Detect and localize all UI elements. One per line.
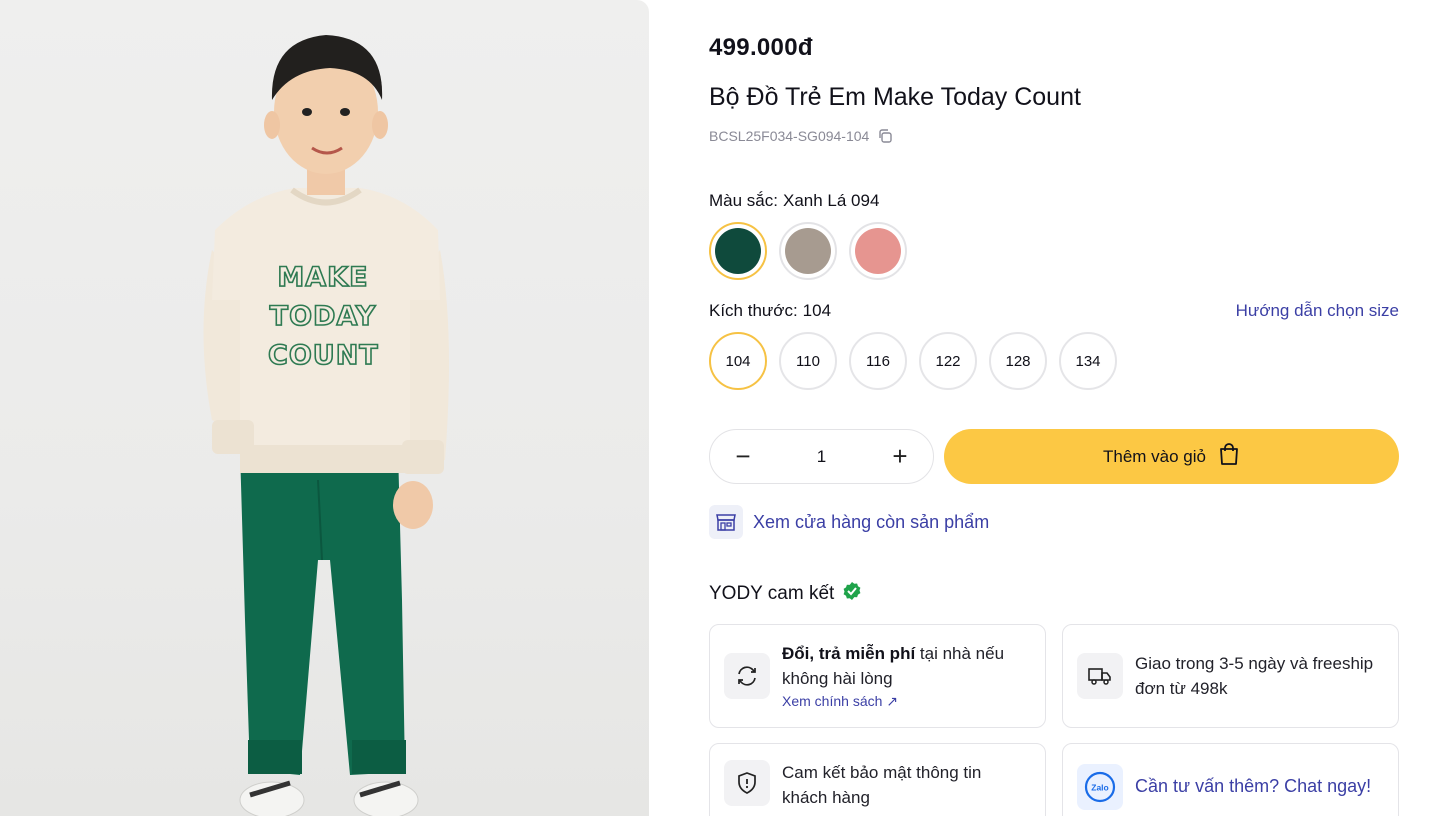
color-label: Màu sắc: (709, 191, 778, 210)
product-page: MAKE TODAY COUNT 499.000đ Bộ Đồ Trẻ Em M… (0, 0, 1451, 816)
size-label-row: Kích thước: 104 Hướng dẫn chọn size (709, 301, 1399, 321)
quantity-value[interactable]: 1 (817, 447, 826, 467)
plus-icon[interactable]: + (885, 441, 915, 472)
size-option-134[interactable]: 134 (1059, 332, 1117, 390)
shipping-card: Giao trong 3-5 ngày và freeship đơn từ 4… (1062, 624, 1399, 728)
color-label-row: Màu sắc: Xanh Lá 094 (709, 191, 879, 211)
store-availability-link[interactable]: Xem cửa hàng còn sản phẩm (709, 505, 989, 539)
size-option-116[interactable]: 116 (849, 332, 907, 390)
product-price: 499.000đ (709, 34, 813, 61)
color-swatches (709, 222, 907, 280)
truck-icon (1077, 653, 1123, 699)
shield-icon (724, 760, 770, 806)
product-photo-illustration (203, 35, 449, 816)
size-guide-link[interactable]: Hướng dẫn chọn size (1236, 301, 1399, 321)
size-label: Kích thước: (709, 301, 798, 320)
privacy-card: Cam kết bảo mật thông tin khách hàng (709, 743, 1046, 816)
quantity-stepper: − 1 + (709, 429, 934, 484)
shipping-text: Giao trong 3-5 ngày và freeship đơn từ 4… (1135, 654, 1374, 698)
return-policy-text: Đổi, trả miễn phí tại nhà nếu không hài … (782, 641, 1031, 691)
shirt-text-line: MAKE (277, 261, 369, 294)
zalo-icon: Zalo (1077, 764, 1123, 810)
zalo-label: Zalo (1091, 783, 1108, 793)
commitment-title: YODY cam kết (709, 581, 862, 607)
return-policy-text-group: Đổi, trả miễn phí tại nhà nếu không hài … (782, 641, 1031, 711)
size-option-128[interactable]: 128 (989, 332, 1047, 390)
shirt-text-line: TODAY (269, 300, 377, 333)
chat-card[interactable]: Zalo Cần tư vấn thêm? Chat ngay! (1062, 743, 1399, 816)
chat-now-link[interactable]: Cần tư vấn thêm? Chat ngay! (1135, 764, 1371, 799)
color-swatch-beige[interactable] (779, 222, 837, 280)
shirt-graphic-text: MAKE TODAY COUNT (267, 258, 379, 375)
return-policy-bold: Đổi, trả miễn phí (782, 644, 916, 663)
add-to-cart-label: Thêm vào giỏ (1103, 446, 1206, 466)
store-link-label: Xem cửa hàng còn sản phẩm (753, 511, 990, 532)
size-options: 104 110 116 122 128 134 (709, 332, 1117, 390)
size-option-110[interactable]: 110 (779, 332, 837, 390)
shirt-text-line: COUNT (267, 339, 379, 372)
color-swatch-green[interactable] (709, 222, 767, 280)
store-icon (709, 505, 743, 539)
size-selected: 104 (802, 301, 832, 320)
product-title: Bộ Đồ Trẻ Em Make Today Count (709, 83, 1081, 111)
view-policy-link[interactable]: Xem chính sách ↗ (782, 691, 1031, 711)
commitment-title-text: YODY cam kết (709, 583, 835, 604)
size-label-group: Kích thước: 104 (709, 301, 831, 321)
shopping-bag-icon (1218, 442, 1240, 471)
return-policy-card: Đổi, trả miễn phí tại nhà nếu không hài … (709, 624, 1046, 728)
size-option-104[interactable]: 104 (709, 332, 767, 390)
copy-icon[interactable] (877, 128, 893, 144)
add-to-cart-button[interactable]: Thêm vào giỏ (944, 429, 1399, 484)
verified-check-icon (842, 581, 862, 607)
sku-row: BCSL25F034-SG094-104 (709, 128, 893, 144)
product-sku: BCSL25F034-SG094-104 (709, 128, 870, 144)
color-swatch-pink[interactable] (849, 222, 907, 280)
exchange-icon (724, 653, 770, 699)
color-selected: Xanh Lá 094 (782, 191, 880, 210)
privacy-text: Cam kết bảo mật thông tin khách hàng (782, 763, 982, 807)
product-image[interactable]: MAKE TODAY COUNT (0, 0, 649, 816)
minus-icon[interactable]: − (728, 441, 758, 472)
size-option-122[interactable]: 122 (919, 332, 977, 390)
